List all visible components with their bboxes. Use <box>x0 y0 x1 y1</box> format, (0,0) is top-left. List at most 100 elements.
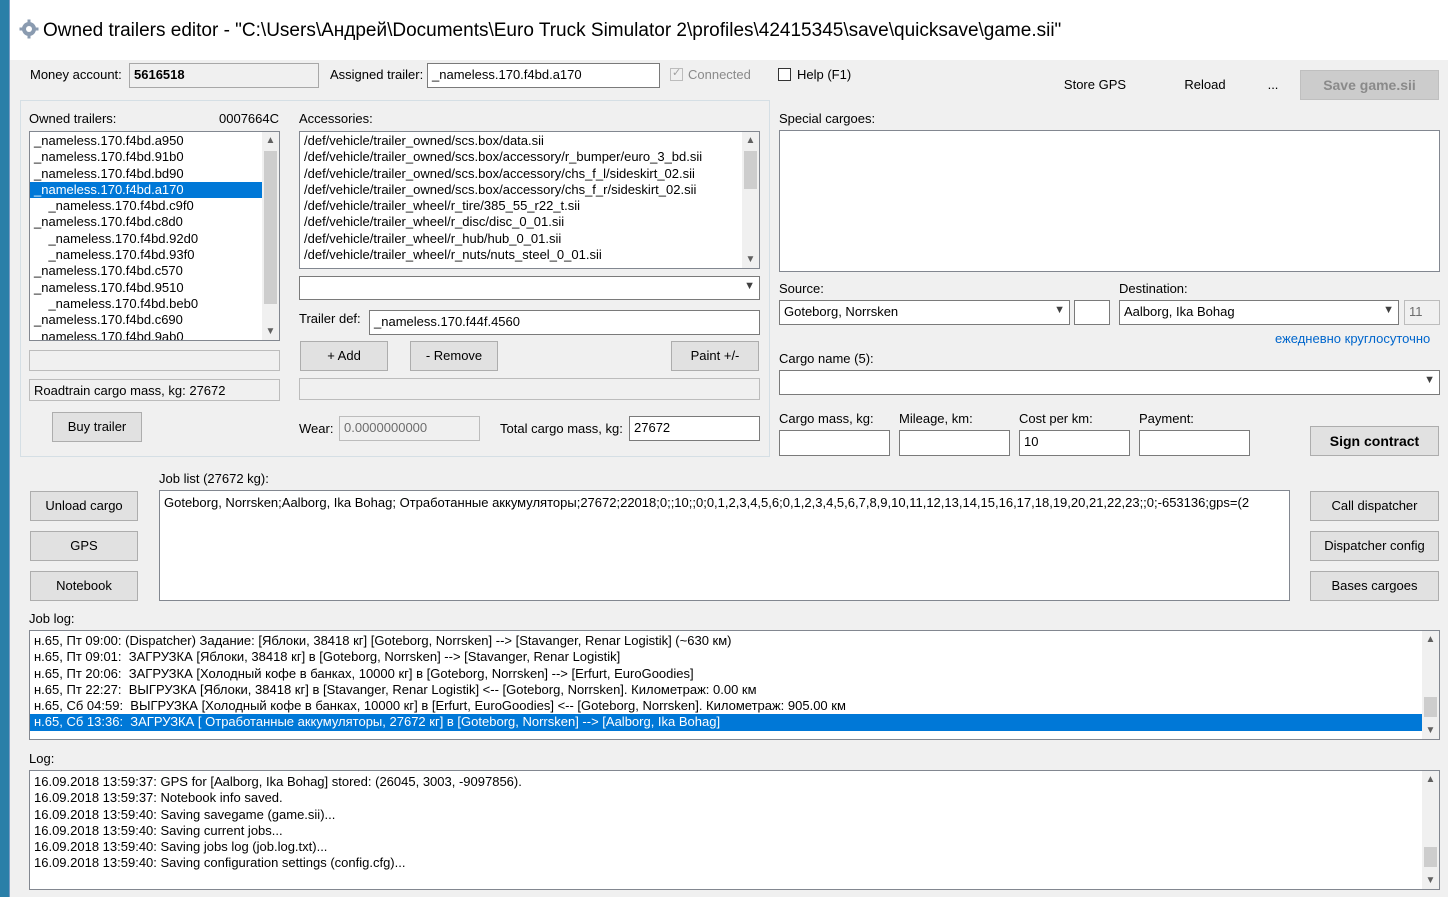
accessories-list[interactable]: /def/vehicle/trailer_owned/scs.box/data.… <box>299 131 760 269</box>
log-list[interactable]: 16.09.2018 13:59:37: GPS for [Aalborg, I… <box>29 770 1440 890</box>
gps-button[interactable]: GPS <box>30 531 138 561</box>
accessory-item[interactable]: /def/vehicle/trailer_owned/scs.box/acces… <box>300 182 759 198</box>
accessory-item[interactable]: /def/vehicle/trailer_owned/scs.box/data.… <box>300 133 759 149</box>
log-item[interactable]: 16.09.2018 13:59:40: Saving savegame (ga… <box>30 807 1439 823</box>
daily-link[interactable]: ежедневно круглосуточно <box>1275 331 1430 346</box>
scroll-thumb[interactable] <box>744 151 757 189</box>
destination-value: Aalborg, Ika Bohag <box>1124 304 1235 319</box>
accessories-label: Accessories: <box>299 111 373 126</box>
remove-button[interactable]: - Remove <box>410 341 498 371</box>
accessory-item[interactable]: /def/vehicle/trailer_wheel/r_hub/hub_0_0… <box>300 231 759 247</box>
more-button[interactable]: ... <box>1258 71 1288 99</box>
sign-contract-button[interactable]: Sign contract <box>1310 426 1439 456</box>
owned-trailer-item[interactable]: _nameless.170.f4bd.beb0 <box>30 296 279 312</box>
owned-trailer-item[interactable]: _nameless.170.f4bd.9510 <box>30 280 279 296</box>
special-cargoes-field[interactable] <box>779 130 1440 272</box>
dispatcher-config-button[interactable]: Dispatcher config <box>1310 531 1439 561</box>
source-num-field[interactable] <box>1074 300 1110 325</box>
wear-field[interactable]: 0.0000000000 <box>339 416 480 441</box>
log-item[interactable]: 16.09.2018 13:59:37: Notebook info saved… <box>30 790 1439 806</box>
help-checkbox[interactable] <box>778 68 791 81</box>
reload-button[interactable]: Reload <box>1170 71 1240 99</box>
scroll-down-icon[interactable]: ▼ <box>1422 722 1439 739</box>
job-log-item[interactable]: н.65, Пт 09:00: (Dispatcher) Задание: [Я… <box>30 633 1439 649</box>
owned-trailer-item[interactable]: _nameless.170.f4bd.bd90 <box>30 166 279 182</box>
destination-select[interactable]: Aalborg, Ika Bohag ▼ <box>1119 300 1399 325</box>
job-log-label: Job log: <box>29 611 75 626</box>
trailer-def-label: Trailer def: <box>299 311 361 326</box>
scroll-up-icon[interactable]: ▲ <box>1422 771 1439 788</box>
owned-trailer-item[interactable]: _nameless.170.f4bd.92d0 <box>30 231 279 247</box>
accessory-item[interactable]: /def/vehicle/trailer_wheel/r_tire/385_55… <box>300 198 759 214</box>
owned-trailer-item[interactable]: _nameless.170.f4bd.a950 <box>30 133 279 149</box>
owned-trailer-item[interactable]: _nameless.170.f4bd.c9f0 <box>30 198 279 214</box>
assigned-trailer-field[interactable]: _nameless.170.f4bd.a170 <box>427 63 660 88</box>
accessory-select[interactable]: ▼ <box>299 276 760 300</box>
help-label: Help (F1) <box>797 67 852 82</box>
owned-trailers-scrollbar[interactable]: ▲ ▼ <box>262 132 279 340</box>
accessory-item[interactable]: /def/vehicle/trailer_wheel/r_disc/disc_0… <box>300 214 759 230</box>
job-log-item[interactable]: н.65, Сб 04:59: ВЫГРУЗКА [Холодный кофе … <box>30 698 1439 714</box>
job-log-item[interactable]: н.65, Пт 20:06: ЗАГРУЗКА [Холодный кофе … <box>30 666 1439 682</box>
job-log-item[interactable]: н.65, Сб 13:36: ЗАГРУЗКА [ Отработанные … <box>30 714 1439 731</box>
destination-num-field[interactable]: 11 <box>1404 300 1440 325</box>
call-dispatcher-button[interactable]: Call dispatcher <box>1310 491 1439 521</box>
scroll-down-icon[interactable]: ▼ <box>1422 872 1439 889</box>
log-item[interactable]: 16.09.2018 13:59:37: GPS for [Aalborg, I… <box>30 774 1439 790</box>
save-game-button[interactable]: Save game.sii <box>1300 70 1439 100</box>
log-item[interactable]: 16.09.2018 13:59:40: Saving configuratio… <box>30 855 1439 871</box>
cost-field[interactable]: 10 <box>1019 430 1130 456</box>
scroll-thumb[interactable] <box>264 151 277 304</box>
log-item[interactable]: 16.09.2018 13:59:40: Saving current jobs… <box>30 823 1439 839</box>
scroll-thumb[interactable] <box>1424 697 1437 717</box>
scroll-thumb[interactable] <box>1424 847 1437 867</box>
special-cargoes-label: Special cargoes: <box>779 111 876 126</box>
scroll-up-icon[interactable]: ▲ <box>742 132 759 149</box>
connected-checkbox[interactable] <box>670 66 683 81</box>
accessory-item[interactable]: /def/vehicle/trailer_owned/scs.box/acces… <box>300 166 759 182</box>
cargo-name-select[interactable]: ▼ <box>779 370 1440 395</box>
wear-label: Wear: <box>299 421 334 436</box>
total-mass-label: Total cargo mass, kg: <box>500 421 623 436</box>
cargo-mass-field[interactable] <box>779 430 890 456</box>
accessory-item[interactable]: /def/vehicle/trailer_wheel/r_nuts/nuts_s… <box>300 247 759 263</box>
notebook-button[interactable]: Notebook <box>30 571 138 601</box>
scroll-up-icon[interactable]: ▲ <box>1422 631 1439 648</box>
accessories-scrollbar[interactable]: ▲ ▼ <box>742 132 759 268</box>
trailer-def-field[interactable]: _nameless.170.f44f.4560 <box>369 310 760 335</box>
paint-button[interactable]: Paint +/- <box>671 341 759 371</box>
job-log-scrollbar[interactable]: ▲ ▼ <box>1422 631 1439 739</box>
log-scrollbar[interactable]: ▲ ▼ <box>1422 771 1439 889</box>
bases-cargoes-button[interactable]: Bases cargoes <box>1310 571 1439 601</box>
mileage-field[interactable] <box>899 430 1010 456</box>
store-gps-button[interactable]: Store GPS <box>1054 71 1136 99</box>
owned-trailer-item[interactable]: _nameless.170.f4bd.c570 <box>30 263 279 279</box>
total-mass-field[interactable]: 27672 <box>629 416 760 441</box>
payment-field[interactable] <box>1139 430 1250 456</box>
job-list-field[interactable]: Goteborg, Norrsken;Aalborg, Ika Bohag; О… <box>159 490 1290 601</box>
log-label: Log: <box>29 751 55 766</box>
money-field[interactable]: 5616518 <box>129 63 319 88</box>
log-item[interactable]: 16.09.2018 13:59:40: Saving jobs log (jo… <box>30 839 1439 855</box>
accessory-item[interactable]: /def/vehicle/trailer_owned/scs.box/acces… <box>300 149 759 165</box>
assigned-trailer-label: Assigned trailer: <box>330 67 424 82</box>
source-value: Goteborg, Norrsken <box>784 304 899 319</box>
scroll-down-icon[interactable]: ▼ <box>742 251 759 268</box>
source-select[interactable]: Goteborg, Norrsken ▼ <box>779 300 1070 325</box>
chevron-down-icon: ▼ <box>744 280 755 292</box>
buy-trailer-button[interactable]: Buy trailer <box>52 412 142 442</box>
owned-trailer-item[interactable]: _nameless.170.f4bd.91b0 <box>30 149 279 165</box>
owned-trailer-item[interactable]: _nameless.170.f4bd.a170 <box>30 181 279 199</box>
owned-trailer-item[interactable]: _nameless.170.f4bd.c8d0 <box>30 214 279 230</box>
add-button[interactable]: + Add <box>300 341 388 371</box>
scroll-down-icon[interactable]: ▼ <box>262 323 279 340</box>
owned-trailers-list[interactable]: _nameless.170.f4bd.a950 _nameless.170.f4b… <box>29 131 280 341</box>
job-log-item[interactable]: н.65, Пт 22:27: ВЫГРУЗКА [Яблоки, 38418 … <box>30 682 1439 698</box>
owned-trailer-item[interactable]: _nameless.170.f4bd.93f0 <box>30 247 279 263</box>
unload-cargo-button[interactable]: Unload cargo <box>30 491 138 521</box>
owned-trailer-item[interactable]: _nameless.170.f4bd.c690 <box>30 312 279 328</box>
owned-trailer-item[interactable]: _nameless.170.f4bd.9ab0 <box>30 329 279 340</box>
job-log-list[interactable]: н.65, Пт 09:00: (Dispatcher) Задание: [Я… <box>29 630 1440 740</box>
job-log-item[interactable]: н.65, Пт 09:01: ЗАГРУЗКА [Яблоки, 38418 … <box>30 649 1439 665</box>
scroll-up-icon[interactable]: ▲ <box>262 132 279 149</box>
